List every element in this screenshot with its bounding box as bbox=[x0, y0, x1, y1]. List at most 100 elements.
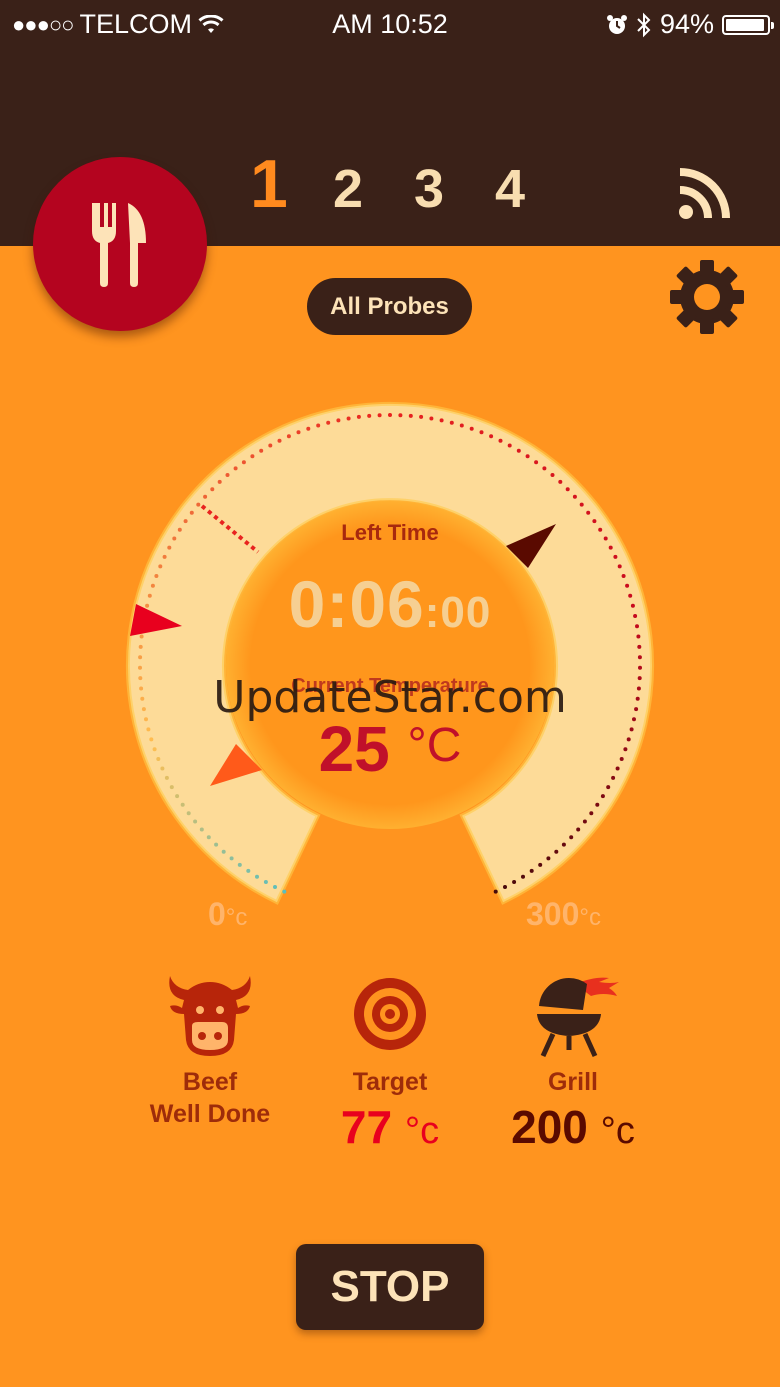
scale-max: 300°c bbox=[526, 896, 601, 933]
gauge-tick bbox=[489, 434, 494, 439]
gauge-tick bbox=[268, 443, 273, 448]
gauge-tick bbox=[346, 416, 351, 421]
menu-button[interactable] bbox=[33, 157, 207, 331]
rss-feed-icon[interactable] bbox=[676, 164, 734, 222]
gauge-tick bbox=[167, 545, 172, 550]
gear-icon[interactable] bbox=[668, 258, 746, 336]
gauge-tick bbox=[138, 655, 143, 660]
gauge-tick bbox=[186, 811, 191, 816]
gauge-tick bbox=[638, 665, 642, 670]
gauge-tick bbox=[196, 502, 201, 507]
bluetooth-icon bbox=[637, 12, 651, 37]
scale-min: 0°c bbox=[208, 896, 247, 933]
gauge-tick bbox=[296, 430, 301, 435]
gauge-tick bbox=[419, 414, 424, 419]
gauge-tick bbox=[637, 655, 642, 660]
target-number: 77 bbox=[340, 1101, 393, 1153]
scale-max-unit: °c bbox=[579, 904, 601, 931]
all-probes-button[interactable]: All Probes bbox=[307, 278, 472, 335]
target-unit: °c bbox=[404, 1110, 440, 1152]
gauge-tick bbox=[439, 418, 444, 423]
current-temperature-number: 25 bbox=[318, 713, 390, 785]
gauge-tick bbox=[498, 438, 503, 443]
gauge-tick bbox=[225, 473, 230, 477]
gauge-tick bbox=[316, 423, 321, 428]
gauge-tick bbox=[237, 862, 242, 867]
probe-tab-3[interactable]: 3 bbox=[414, 158, 495, 220]
gauge-tick bbox=[408, 413, 413, 418]
status-right: 94% bbox=[606, 9, 774, 40]
left-time-value: 0:06:00 bbox=[0, 566, 780, 642]
gauge-tick bbox=[282, 889, 287, 894]
gauge-tick bbox=[214, 842, 219, 847]
gauge-tick bbox=[512, 880, 517, 884]
watermark: UpdateStar.com bbox=[213, 672, 567, 723]
battery-level bbox=[726, 18, 764, 31]
meat-selection[interactable]: Beef Well Done bbox=[110, 970, 310, 1130]
gauge-tick bbox=[579, 502, 584, 507]
gauge-tick bbox=[529, 868, 534, 873]
gauge-tick bbox=[542, 466, 547, 471]
gauge-tick bbox=[558, 479, 563, 484]
gauge-tick bbox=[479, 430, 484, 435]
alarm-icon bbox=[606, 14, 627, 34]
meat-doneness: Well Done bbox=[149, 1100, 271, 1128]
target-value: 77 °c bbox=[290, 1100, 490, 1154]
gauge-tick bbox=[193, 819, 198, 824]
gauge-tick bbox=[569, 835, 574, 840]
gauge-tick bbox=[180, 802, 185, 807]
gauge-tick bbox=[613, 554, 618, 559]
gauge-tick bbox=[493, 889, 498, 894]
gauge-tick bbox=[367, 413, 372, 418]
target-temperature[interactable]: Target 77 °c bbox=[290, 970, 490, 1154]
probe-tab-1[interactable]: 1 bbox=[250, 145, 333, 223]
gauge-tick bbox=[241, 460, 246, 465]
gauge-tick bbox=[600, 794, 605, 799]
grill-unit: °c bbox=[600, 1110, 635, 1152]
gauge-tick bbox=[263, 880, 268, 884]
gauge-tick bbox=[534, 460, 539, 465]
gauge-tick bbox=[259, 448, 264, 453]
gauge-tick bbox=[459, 423, 464, 428]
gauge-tick bbox=[546, 856, 551, 861]
gauge-tick bbox=[138, 665, 142, 670]
temperature-gauge bbox=[126, 401, 654, 905]
scale-min-unit: °c bbox=[225, 904, 248, 931]
left-time-label: Left Time bbox=[341, 520, 439, 545]
fork-knife-icon bbox=[92, 203, 146, 287]
scale-max-value: 300 bbox=[526, 896, 580, 932]
gauge-tick bbox=[576, 827, 581, 832]
left-time-seconds: :00 bbox=[424, 588, 492, 637]
grill-temperature[interactable]: Grill 200 °c bbox=[473, 970, 673, 1154]
gauge-tick bbox=[449, 420, 454, 425]
target-icon bbox=[354, 978, 426, 1050]
gauge-tick bbox=[388, 413, 392, 417]
gauge-tick bbox=[175, 794, 180, 799]
probe-tab-4[interactable]: 4 bbox=[495, 158, 576, 220]
gauge-tick bbox=[586, 510, 591, 515]
probe-tabs: 1234 bbox=[250, 145, 576, 223]
grill-number: 200 bbox=[511, 1101, 588, 1153]
gauge-tick bbox=[595, 802, 600, 807]
battery-icon bbox=[722, 14, 774, 35]
gauge-tick bbox=[286, 434, 291, 439]
cow-icon bbox=[169, 976, 251, 1056]
gauge-tick bbox=[429, 416, 434, 421]
gauge-tick bbox=[233, 466, 238, 471]
gauge-tick bbox=[589, 811, 594, 816]
gauge-tick bbox=[572, 494, 577, 499]
gauge-tick bbox=[554, 849, 559, 854]
gauge-tick bbox=[246, 868, 251, 873]
gauge-tick bbox=[469, 426, 474, 431]
gauge-tick bbox=[377, 413, 382, 418]
stop-button[interactable]: STOP bbox=[296, 1244, 484, 1330]
gauge-tick bbox=[206, 835, 211, 840]
gauge-tick bbox=[398, 413, 403, 418]
gauge-tick bbox=[138, 644, 143, 649]
gauge-tick bbox=[525, 454, 530, 459]
gauge-tick bbox=[306, 426, 311, 431]
grill-label: Grill bbox=[547, 1068, 598, 1096]
probe-tab-2[interactable]: 2 bbox=[333, 158, 414, 220]
gauge-tick bbox=[356, 414, 361, 419]
gauge-tick bbox=[608, 545, 613, 550]
